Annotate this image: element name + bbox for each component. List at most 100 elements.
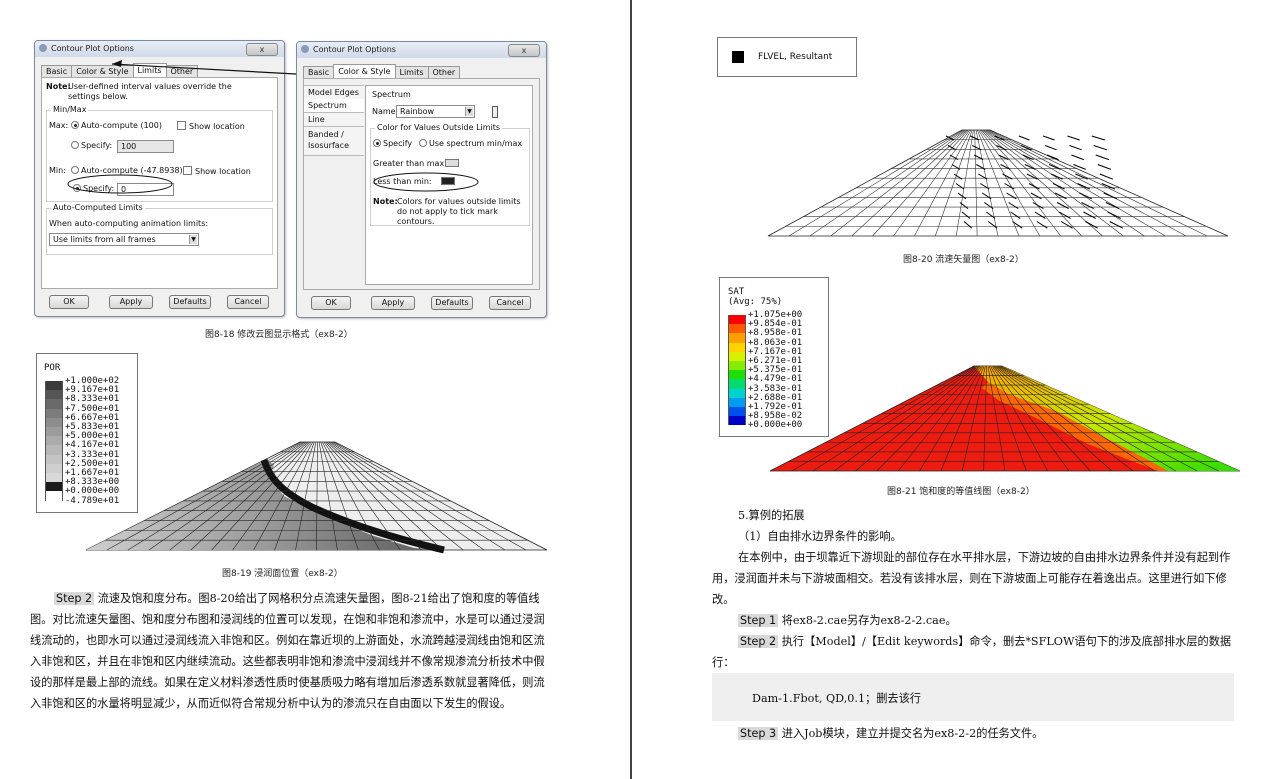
- spectrum-name-value: Rainbow: [400, 107, 435, 116]
- chevron-down-icon: ▼: [465, 107, 473, 116]
- use-spectrum-label: Use spectrum min/max: [429, 139, 523, 148]
- min-label: Min:: [49, 166, 66, 175]
- animation-limits-value: Use limits from all frames: [53, 235, 156, 244]
- minmax-group: Min/Max Max: Auto-compute (100) Show loc…: [46, 105, 273, 202]
- por-legend-swatch: [45, 436, 63, 446]
- max-show-location-checkbox[interactable]: Show location: [177, 121, 245, 131]
- minmax-label: Min/Max: [51, 105, 89, 114]
- radio-icon: [71, 166, 79, 174]
- checkbox-icon: [177, 121, 186, 130]
- chevron-down-icon: ▼: [189, 235, 197, 244]
- max-specify-label: Specify:: [81, 141, 113, 150]
- close-button[interactable]: x: [508, 44, 540, 57]
- tab-limits[interactable]: Limits: [132, 63, 167, 78]
- sat-legend-swatch: [728, 324, 746, 334]
- greater-than-label: Greater than max:: [373, 159, 447, 168]
- code-line: Dam-1.Fbot, QD,0.1；删去该行: [752, 692, 921, 705]
- por-legend-swatch: [45, 399, 63, 409]
- specify-radio[interactable]: Specify: [373, 139, 412, 148]
- less-than-label: Less than min:: [373, 177, 432, 186]
- tab-bar: Basic Color & Style Limits Other: [303, 64, 461, 79]
- ok-button[interactable]: OK: [49, 295, 89, 309]
- paragraph-1: 在本例中，由于坝靠近下游坝趾的部位存在水平排水层，下游边坡的自由排水边界条件并没…: [712, 551, 1231, 606]
- checkbox-icon: [183, 166, 192, 175]
- color-style-panel: Model Edges Spectrum Line Banded / Isosu…: [303, 78, 540, 290]
- velocity-arrow: [1091, 135, 1106, 141]
- greater-color-swatch[interactable]: [445, 159, 459, 167]
- spectrum-edit-icon[interactable]: [492, 106, 498, 118]
- min-value-field[interactable]: 0: [117, 183, 174, 196]
- min-specify-radio[interactable]: Specify:: [73, 184, 114, 193]
- step1-paragraph: Step 1 将ex8-2.cae另存为ex8-2-2.cae。: [712, 610, 1236, 631]
- max-specify-radio[interactable]: Specify:: [71, 141, 112, 150]
- spectrum-subpanel: Spectrum Name: Rainbow ▼ Color for Values…: [365, 85, 533, 285]
- figure-8-18-caption: 图8-18 修改云图显示格式（ex8-2）: [205, 330, 353, 340]
- ok-button[interactable]: OK: [311, 296, 351, 310]
- max-auto-label: Auto-compute (100): [81, 121, 162, 130]
- note-label: Note:: [46, 82, 71, 91]
- sat-legend-swatch: [728, 333, 746, 343]
- velocity-vector-plot: [767, 129, 1229, 237]
- velocity-arrow: [1069, 145, 1082, 151]
- contour-options-dialog-color-style: Contour Plot Options x Basic Color & Styl…: [296, 41, 547, 318]
- section-heading: 5.算例的拓展: [738, 509, 805, 522]
- por-legend-swatch: [45, 427, 63, 437]
- app-icon: [301, 45, 309, 53]
- cancel-button[interactable]: Cancel: [227, 295, 269, 309]
- side-tab-line[interactable]: Line: [304, 113, 364, 127]
- max-auto-radio[interactable]: Auto-compute (100): [71, 121, 162, 130]
- code-block: Dam-1.Fbot, QD,0.1；删去该行: [712, 673, 1234, 721]
- less-color-swatch[interactable]: [441, 177, 455, 185]
- radio-icon: [373, 139, 381, 147]
- max-value-field[interactable]: 100: [117, 140, 174, 153]
- dialog-title: Contour Plot Options: [313, 45, 396, 54]
- close-button[interactable]: x: [246, 43, 278, 56]
- side-tab-banded[interactable]: Banded / Isosurface: [304, 127, 364, 156]
- dialog-title: Contour Plot Options: [51, 44, 134, 53]
- step1-text: 将ex8-2.cae另存为ex8-2-2.cae。: [778, 614, 957, 627]
- sat-legend-swatch: [728, 342, 746, 352]
- apply-button[interactable]: Apply: [371, 296, 415, 310]
- step-label: Step 1: [738, 614, 779, 627]
- sat-legend-swatch: [728, 397, 746, 407]
- note-text: User-defined interval values override th…: [68, 82, 232, 101]
- tab-color-style[interactable]: Color & Style: [333, 64, 396, 79]
- note-label: Note:: [373, 197, 398, 206]
- por-legend-swatch: [45, 491, 63, 501]
- apply-button[interactable]: Apply: [109, 295, 153, 309]
- step2-paragraph: Step 2 流速及饱和度分布。图8-20给出了网格积分点流速矢量图，图8-21…: [30, 588, 554, 714]
- velocity-arrow: [1095, 154, 1110, 161]
- sat-legend-swatch: [728, 416, 746, 426]
- step2-paragraph: Step 2 执行【Model】/【Edit keywords】命令，删去*SF…: [712, 631, 1236, 673]
- cancel-button[interactable]: Cancel: [489, 296, 531, 310]
- figure-8-20-caption: 图8-20 流速矢量图（ex8-2）: [903, 255, 1024, 265]
- defaults-button[interactable]: Defaults: [431, 296, 473, 310]
- step3-paragraph: Step 3 进入Job模块，建立并提交名为ex8-2-2的任务文件。: [738, 723, 1238, 744]
- por-legend-swatch: [45, 445, 63, 455]
- side-tab-model-edges[interactable]: Model Edges: [304, 85, 364, 100]
- app-icon: [39, 44, 47, 52]
- velocity-arrow: [1071, 154, 1084, 161]
- animation-limits-select[interactable]: Use limits from all frames ▼: [49, 233, 199, 246]
- side-tab-spectrum[interactable]: Spectrum: [304, 99, 364, 113]
- sat-legend-swatch: [728, 361, 746, 371]
- min-auto-radio[interactable]: Auto-compute (-47.8938): [71, 166, 183, 175]
- min-auto-label: Auto-compute (-47.8938): [81, 166, 183, 175]
- spectrum-name-select[interactable]: Rainbow ▼: [396, 105, 475, 118]
- step2-text: 执行【Model】/【Edit keywords】命令，删去*SFLOW语句下的…: [712, 635, 1232, 669]
- auto-computed-group: Auto-Computed Limits When auto-computing…: [46, 203, 273, 255]
- radio-icon: [71, 141, 79, 149]
- use-spectrum-radio[interactable]: Use spectrum min/max: [419, 139, 522, 148]
- outside-limits-group: Color for Values Outside Limits Specify …: [370, 123, 530, 226]
- spectrum-label: Spectrum: [372, 90, 411, 99]
- min-show-location-checkbox[interactable]: Show location: [183, 166, 251, 176]
- sat-legend-swatch: [728, 370, 746, 380]
- auto-when-label: When auto-computing animation limits:: [49, 219, 209, 228]
- velocity-arrow: [1067, 135, 1080, 141]
- page-divider: [630, 0, 632, 779]
- por-legend-swatch: [45, 473, 63, 483]
- por-legend-title: POR: [44, 363, 61, 373]
- seepage-surface-plot: [85, 441, 548, 554]
- defaults-button[interactable]: Defaults: [169, 295, 211, 309]
- step-label: Step 3: [738, 727, 779, 740]
